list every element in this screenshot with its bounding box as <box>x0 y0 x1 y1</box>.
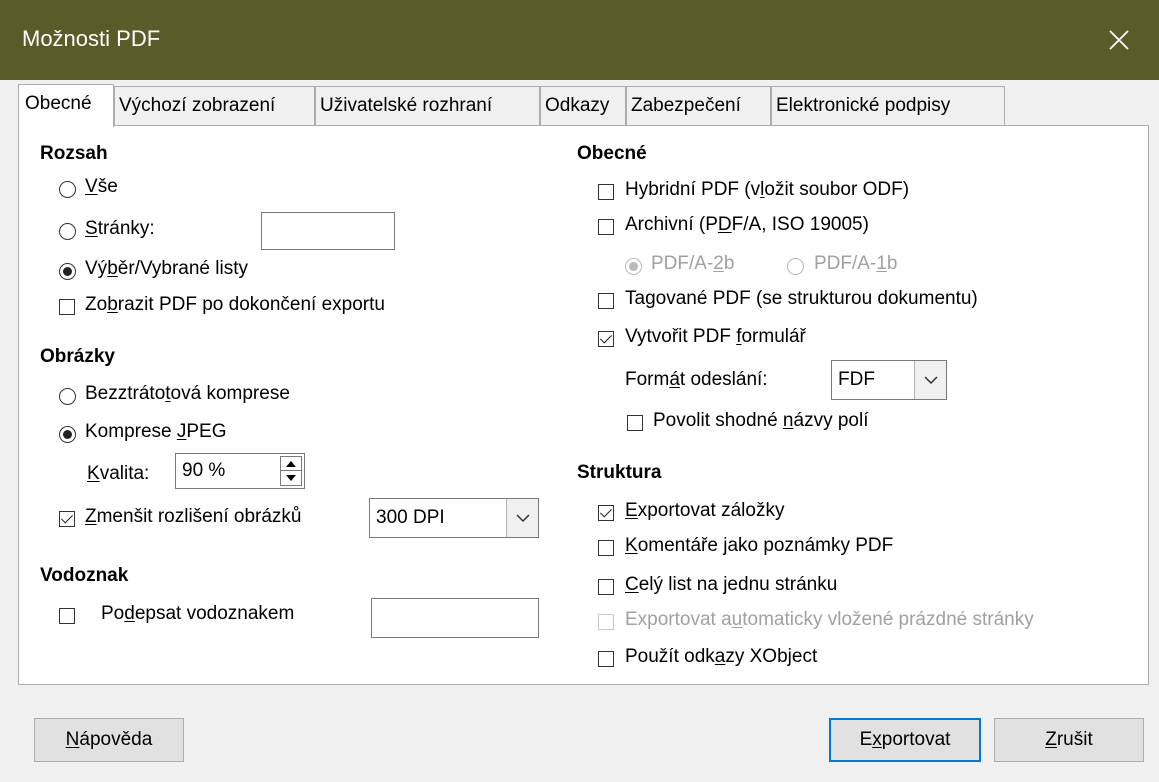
tagged-pdf-label[interactable]: Tagované PDF (se strukturou dokumentu) <box>625 288 978 310</box>
pdfa-1b-radio[interactable] <box>787 258 804 275</box>
tagged-pdf-checkbox[interactable] <box>598 293 614 309</box>
cancel-button[interactable]: Zrušit <box>994 718 1144 762</box>
images-heading: Obrázky <box>40 346 115 367</box>
general-heading: Obecné <box>577 143 647 164</box>
watermark-input[interactable] <box>371 598 539 638</box>
watermark-checkbox[interactable] <box>59 608 75 624</box>
range-selection-radio[interactable] <box>59 263 76 280</box>
help-button[interactable]: Nápověda <box>34 718 184 762</box>
range-all-label[interactable]: Vše <box>85 176 118 198</box>
watermark-heading: Vodoznak <box>40 565 129 586</box>
chevron-down-icon <box>924 376 938 385</box>
submit-format-label: Formát odeslání: <box>625 369 768 390</box>
export-blank-pages-label[interactable]: Exportovat automaticky vložené prázdné s… <box>625 609 1034 631</box>
range-pages-radio[interactable] <box>59 223 76 240</box>
pdfa-1b-label[interactable]: PDF/A-1b <box>814 253 897 275</box>
tab-user-interface[interactable]: Uživatelské rozhraní <box>315 86 540 126</box>
use-xobject-label[interactable]: Použít odkazy XObject <box>625 646 817 668</box>
quality-label: Kvalita: <box>87 463 150 484</box>
hybrid-pdf-label[interactable]: Hybridní PDF (vložit soubor ODF) <box>625 179 909 201</box>
allow-duplicate-names-label[interactable]: Povolit shodné názvy polí <box>653 410 868 432</box>
comments-as-notes-checkbox[interactable] <box>598 540 614 556</box>
pdfa-2b-label[interactable]: PDF/A-2b <box>651 253 734 275</box>
create-form-checkbox[interactable] <box>598 331 614 347</box>
reduce-resolution-label[interactable]: Zmenšit rozlišení obrázků <box>85 506 301 528</box>
submit-format-dropdown[interactable]: FDF <box>831 360 947 400</box>
use-xobject-checkbox[interactable] <box>598 651 614 667</box>
jpeg-compression-label[interactable]: Komprese JPEG <box>85 421 227 443</box>
archive-pdfa-checkbox[interactable] <box>598 219 614 235</box>
submit-format-value: FDF <box>838 369 875 390</box>
quality-stepper <box>280 456 302 486</box>
window-title: Možnosti PDF <box>22 26 161 51</box>
watermark-label[interactable]: Podepsat vodoznakem <box>101 603 294 625</box>
jpeg-compression-radio[interactable] <box>59 426 76 443</box>
view-pdf-checkbox[interactable] <box>59 299 75 315</box>
quality-decrement-button[interactable] <box>281 471 301 485</box>
close-button[interactable] <box>1079 0 1159 80</box>
lossless-compression-radio[interactable] <box>59 388 76 405</box>
archive-pdfa-label[interactable]: Archivní (PDF/A, ISO 19005) <box>625 214 869 236</box>
range-heading: Rozsah <box>40 143 108 164</box>
title-bar: Možnosti PDF <box>0 0 1159 80</box>
quality-value: 90 % <box>182 460 226 481</box>
range-selection-label[interactable]: Výběr/Vybrané listy <box>85 258 248 280</box>
export-bookmarks-checkbox[interactable] <box>598 505 614 521</box>
chevron-down-icon <box>516 514 530 523</box>
pdfa-2b-radio[interactable] <box>625 258 642 275</box>
whole-sheet-label[interactable]: Celý list na jednu stránku <box>625 574 837 596</box>
close-icon <box>1109 30 1129 50</box>
allow-duplicate-names-checkbox[interactable] <box>627 415 643 431</box>
quality-spinbox[interactable]: 90 % <box>175 453 305 489</box>
range-all-radio[interactable] <box>59 181 76 198</box>
export-blank-pages-checkbox[interactable] <box>598 614 614 630</box>
hybrid-pdf-checkbox[interactable] <box>598 184 614 200</box>
whole-sheet-checkbox[interactable] <box>598 579 614 595</box>
range-pages-label[interactable]: Stránky: <box>85 218 155 240</box>
general-tab-panel: Rozsah Vše Stránky: Výběr/Vybrané listy … <box>18 125 1149 685</box>
submit-format-dropdown-toggle[interactable] <box>914 361 946 399</box>
triangle-down-icon <box>286 475 296 481</box>
resolution-dropdown-toggle[interactable] <box>506 499 538 537</box>
resolution-value: 300 DPI <box>376 507 445 528</box>
tab-security[interactable]: Zabezpečení <box>626 86 771 126</box>
tab-general[interactable]: Obecné <box>18 84 114 127</box>
export-bookmarks-label[interactable]: Exportovat záložky <box>625 500 784 522</box>
lossless-compression-label[interactable]: Bezztrátotová komprese <box>85 383 290 405</box>
tab-links[interactable]: Odkazy <box>540 86 626 126</box>
range-pages-input[interactable] <box>261 212 395 250</box>
quality-increment-button[interactable] <box>281 457 301 471</box>
tab-initial-view[interactable]: Výchozí zobrazení <box>114 86 315 126</box>
comments-as-notes-label[interactable]: Komentáře jako poznámky PDF <box>625 535 893 557</box>
resolution-dropdown[interactable]: 300 DPI <box>369 498 539 538</box>
view-pdf-label[interactable]: Zobrazit PDF po dokončení exportu <box>85 294 385 316</box>
export-button[interactable]: Exportovat <box>829 718 981 762</box>
tab-digital-signatures[interactable]: Elektronické podpisy <box>771 86 1005 126</box>
create-form-label[interactable]: Vytvořit PDF formulář <box>625 326 806 348</box>
triangle-up-icon <box>286 461 296 467</box>
reduce-resolution-checkbox[interactable] <box>59 511 75 527</box>
structure-heading: Struktura <box>577 462 662 483</box>
